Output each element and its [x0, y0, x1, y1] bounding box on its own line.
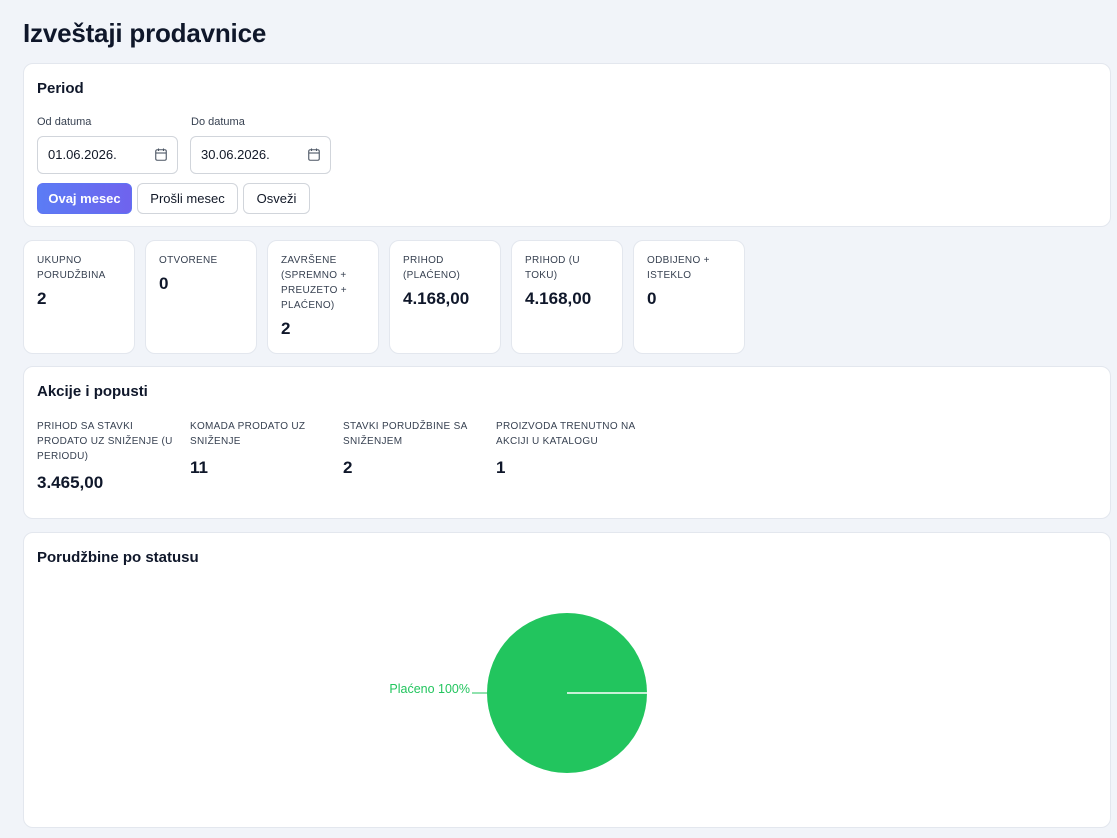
stat-value: 2 [281, 319, 291, 338]
stat-value: 0 [647, 289, 657, 308]
promo-label: PRIHOD SA STAVKI PRODATO UZ SNIŽENJE (U … [37, 421, 173, 462]
promo-item: KOMADA PRODATO UZ SNIŽENJE 11 [190, 419, 320, 478]
stat-label: ZAVRŠENE (SPREMNO + PREUZETO + PLAĆENO) [281, 255, 347, 311]
last-month-button[interactable]: Prošli mesec [137, 183, 238, 214]
promo-value: 11 [190, 458, 208, 477]
stat-label: ODBIJENO + ISTEKLO [647, 255, 710, 281]
promotions-card: Akcije i popusti PRIHOD SA STAVKI PRODAT… [23, 366, 1111, 519]
stat-value: 4.168,00 [525, 289, 592, 308]
promo-value: 3.465,00 [37, 473, 104, 492]
page-title: Izveštaji prodavnice [23, 18, 267, 48]
to-date-input[interactable]: 30.06.2026. [190, 136, 331, 174]
to-date-value: 30.06.2026. [201, 147, 270, 162]
stat-value: 2 [37, 289, 47, 308]
promo-label: PROIZVODA TRENUTNO NA AKCIJI U KATALOGU [496, 421, 635, 447]
promotions-title: Akcije i popusti [37, 383, 148, 400]
promo-item: STAVKI PORUDŽBINE SA SNIŽENJEM 2 [343, 419, 473, 478]
pie-slice-label: Plaćeno 100% [389, 682, 470, 696]
stat-card-revenue-paid: PRIHOD (PLAĆENO) 4.168,00 [389, 240, 501, 354]
this-month-button[interactable]: Ovaj mesec [37, 183, 132, 214]
from-date-value: 01.06.2026. [48, 147, 117, 162]
period-card: Period Od datuma 01.06.2026. Do datuma 3… [23, 63, 1111, 227]
calendar-icon[interactable] [155, 148, 167, 161]
promo-value: 1 [496, 458, 506, 477]
pie-chart: Plaćeno 100% [389, 613, 647, 773]
stat-card-total-orders: UKUPNO PORUDŽBINA 2 [23, 240, 135, 354]
promo-label: STAVKI PORUDŽBINE SA SNIŽENJEM [343, 421, 467, 447]
stat-label: PRIHOD (PLAĆENO) [403, 255, 461, 281]
promo-item: PROIZVODA TRENUTNO NA AKCIJI U KATALOGU … [496, 419, 641, 478]
stat-label: OTVORENE [159, 255, 218, 266]
stat-card-open: OTVORENE 0 [145, 240, 257, 354]
stat-card-rejected-expired: ODBIJENO + ISTEKLO 0 [633, 240, 745, 354]
to-date-label: Do datuma [191, 116, 245, 128]
stat-label: UKUPNO PORUDŽBINA [37, 255, 106, 281]
refresh-button[interactable]: Osveži [243, 183, 310, 214]
stat-value: 0 [159, 274, 169, 293]
period-title: Period [37, 80, 84, 97]
stat-label: PRIHOD (U TOKU) [525, 255, 580, 281]
promo-label: KOMADA PRODATO UZ SNIŽENJE [190, 421, 306, 447]
from-date-label: Od datuma [37, 116, 92, 128]
from-date-input[interactable]: 01.06.2026. [37, 136, 178, 174]
promo-value: 2 [343, 458, 353, 477]
stat-card-revenue-pending: PRIHOD (U TOKU) 4.168,00 [511, 240, 623, 354]
stat-card-completed: ZAVRŠENE (SPREMNO + PREUZETO + PLAĆENO) … [267, 240, 379, 354]
orders-by-status-card: Porudžbine po statusu Plaćeno 100% [23, 532, 1111, 828]
promo-item: PRIHOD SA STAVKI PRODATO UZ SNIŽENJE (U … [37, 419, 177, 493]
stat-value: 4.168,00 [403, 289, 470, 308]
calendar-icon[interactable] [308, 148, 320, 161]
